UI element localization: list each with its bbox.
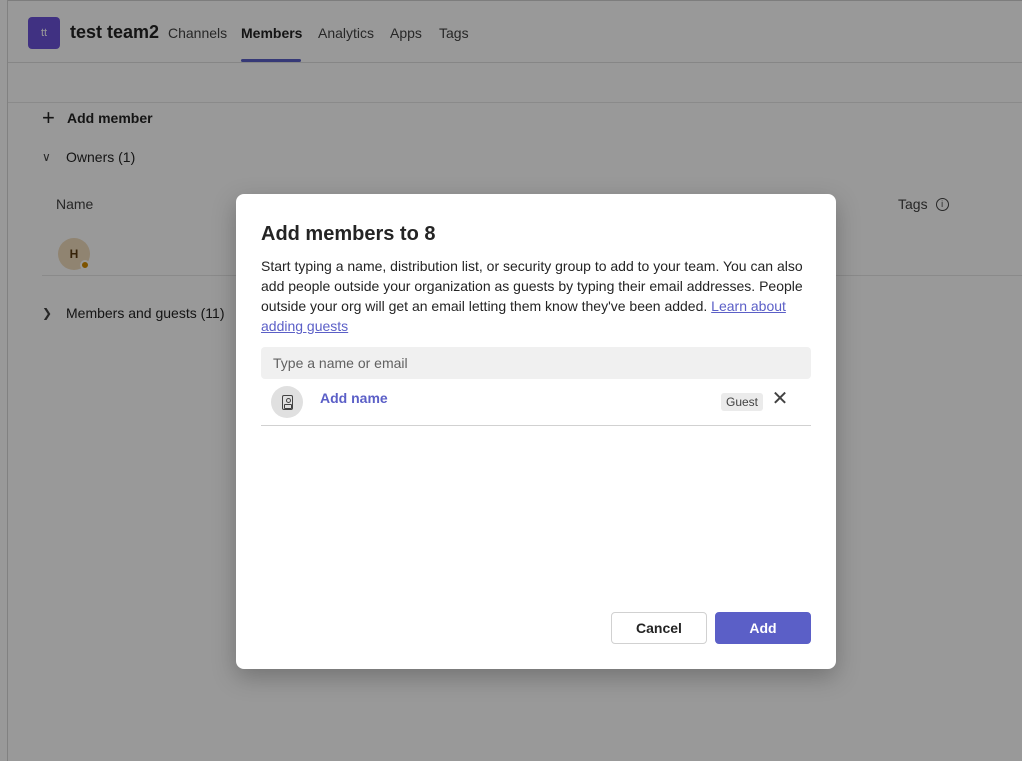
guest-badge: Guest <box>721 393 764 411</box>
cancel-button[interactable]: Cancel <box>611 612 707 644</box>
close-icon[interactable]: ✕ <box>770 389 790 409</box>
dialog-title: Add members to 8 <box>261 223 436 245</box>
dialog-description: Start typing a name, distribution list, … <box>261 256 813 336</box>
add-button[interactable]: Add <box>715 612 811 644</box>
search-input[interactable] <box>261 347 811 379</box>
add-name-link[interactable]: Add name <box>320 390 388 406</box>
contact-card-icon <box>271 386 303 418</box>
add-members-dialog: Add members to 8 Start typing a name, di… <box>236 194 836 669</box>
redacted-guest-email <box>320 410 540 416</box>
selected-guest-row: Add name Guest ✕ <box>261 384 811 426</box>
